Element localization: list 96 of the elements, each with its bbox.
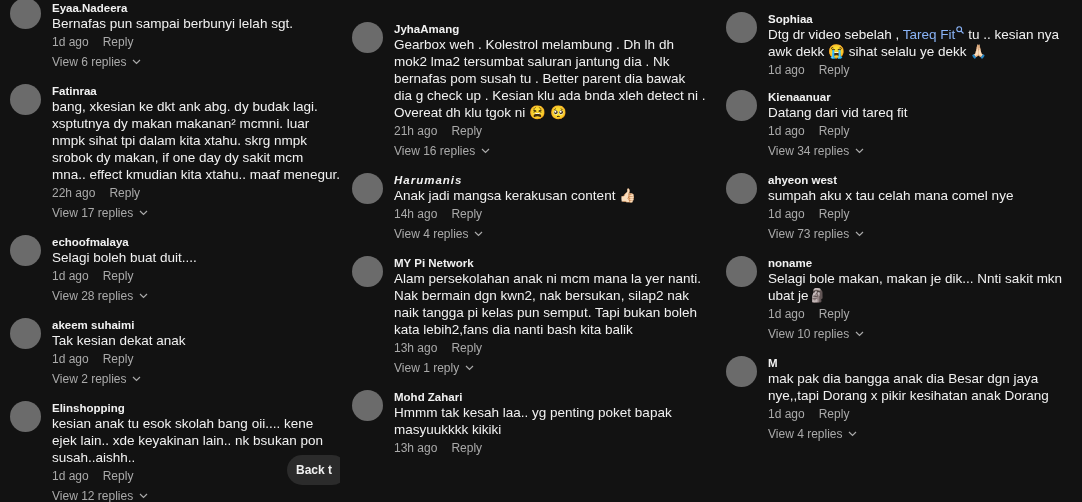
timestamp: 1d ago xyxy=(52,268,89,283)
view-replies-button[interactable]: View 2 replies xyxy=(52,368,142,390)
username[interactable]: echoofmalaya xyxy=(52,236,332,249)
reply-button[interactable]: Reply xyxy=(102,351,134,366)
timestamp: 1d ago xyxy=(52,34,89,49)
comment-text: Alam persekolahan anak ni mcm mana la yer nanti. Nak bermain dgn kwn2, nak bersukan, silap2 nak naik tangga pi kelas pun semput. Tapi bukan boleh kata lebih2,fans dia nanti bash kita balik xyxy=(394,270,702,338)
avatar-photo[interactable] xyxy=(726,173,757,204)
view-replies-button[interactable]: View 4 replies xyxy=(394,223,484,245)
mention-link[interactable]: Tareq Fit xyxy=(902,27,965,42)
back-to-top-button[interactable]: Back t xyxy=(287,455,340,485)
view-replies-button[interactable]: View 6 replies xyxy=(52,51,142,73)
avatar-photo[interactable] xyxy=(10,318,41,349)
view-replies-button[interactable]: View 1 reply xyxy=(394,357,475,379)
username[interactable]: Harumanis xyxy=(394,174,706,187)
timestamp: 13h ago xyxy=(394,440,438,455)
view-replies-button[interactable]: View 17 replies xyxy=(52,202,149,224)
chevron-down-icon xyxy=(855,148,865,154)
username[interactable]: noname xyxy=(768,257,1078,270)
avatar-photo[interactable] xyxy=(726,90,757,121)
timestamp: 14h ago xyxy=(394,206,438,221)
timestamp: 1d ago xyxy=(768,123,805,138)
reply-button[interactable]: Reply xyxy=(109,185,141,200)
view-replies-button[interactable]: View 4 replies xyxy=(768,423,858,445)
comment-text: Hmmm tak kesah laa.. yg penting poket bapak masyuukkkk kikiki xyxy=(394,404,673,438)
comment-text: Dtg dr video sebelah , Tareq Fit tu .. kesian nya awk dekk 😭 sihat selalu ye dekk 🙏🏻 xyxy=(768,26,1060,60)
timestamp: 1d ago xyxy=(52,351,89,366)
reply-button[interactable]: Reply xyxy=(818,406,850,421)
avatar-photo[interactable] xyxy=(10,401,41,432)
chevron-down-icon xyxy=(855,231,865,237)
username[interactable]: Elinshopping xyxy=(52,402,332,415)
view-replies-button[interactable]: View 28 replies xyxy=(52,285,149,307)
reply-button[interactable]: Reply xyxy=(102,34,134,49)
chevron-down-icon xyxy=(481,148,491,154)
avatar-photo[interactable] xyxy=(726,12,757,43)
username[interactable]: Mohd Zahari xyxy=(394,391,706,404)
reply-button[interactable]: Reply xyxy=(451,123,483,138)
timestamp: 21h ago xyxy=(394,123,438,138)
timestamp: 1d ago xyxy=(768,406,805,421)
reply-button[interactable]: Reply xyxy=(451,206,483,221)
comment-text: mak pak dia bangga anak dia Besar dgn jaya nye,,tapi Dorang x pikir kesihatan anak Dorang xyxy=(768,370,1050,404)
reply-button[interactable]: Reply xyxy=(102,268,134,283)
username[interactable]: Kienaanuar xyxy=(768,91,1078,104)
username[interactable]: akeem suhaimi xyxy=(52,319,332,332)
username[interactable]: ahyeon west xyxy=(768,174,1078,187)
comment-text: Tak kesian dekat anak xyxy=(52,332,187,349)
username[interactable]: MY Pi Network xyxy=(394,257,706,270)
view-replies-button[interactable]: View 16 replies xyxy=(394,140,491,162)
chevron-down-icon xyxy=(848,431,858,437)
comment-text: bang, xkesian ke dkt ank abg. dy budak lagi. xsptutnya dy makan makanan² mcmni. luar nmpk sihat tpi dalam kita xtahu. skrg nmpk srobok dy makan, if one day dy sakit mcm mna.. effect kmudian kita xtahu.. maaf menegur. xyxy=(52,98,340,183)
username[interactable]: M xyxy=(768,357,1078,370)
avatar-photo[interactable] xyxy=(352,256,383,287)
view-replies-button[interactable]: View 10 replies xyxy=(768,323,865,345)
chevron-down-icon xyxy=(855,331,865,337)
comment-text: Datang dari vid tareq fit xyxy=(768,104,909,121)
timestamp: 1d ago xyxy=(768,206,805,221)
reply-button[interactable]: Reply xyxy=(818,62,850,77)
search-icon xyxy=(956,26,965,34)
avatar-photo[interactable] xyxy=(10,0,41,29)
timestamp: 22h ago xyxy=(52,185,96,200)
comment-text: sumpah aku x tau celah mana comel nye xyxy=(768,187,1015,204)
chevron-down-icon xyxy=(132,59,142,65)
avatar-photo[interactable] xyxy=(352,173,383,204)
chevron-down-icon xyxy=(139,493,149,499)
avatar-photo[interactable] xyxy=(726,356,757,387)
username[interactable]: Sophiaa xyxy=(768,13,1078,26)
reply-button[interactable]: Reply xyxy=(818,123,850,138)
reply-button[interactable]: Reply xyxy=(451,340,483,355)
avatar-photo[interactable] xyxy=(352,22,383,53)
username[interactable]: Fatinraa xyxy=(52,85,332,98)
comment-text: Selagi bole makan, makan je dik... Nnti sakit mkn ubat je🗿 xyxy=(768,270,1064,304)
reply-button[interactable]: Reply xyxy=(451,440,483,455)
avatar-photo[interactable] xyxy=(352,390,383,421)
chevron-down-icon xyxy=(474,231,484,237)
avatar-photo[interactable] xyxy=(10,84,41,115)
timestamp: 1d ago xyxy=(768,62,805,77)
view-replies-button[interactable]: View 12 replies xyxy=(52,485,149,502)
username[interactable]: JyhaAmang xyxy=(394,23,706,36)
reply-button[interactable]: Reply xyxy=(818,306,850,321)
timestamp: 1d ago xyxy=(768,306,805,321)
comment-text: Selagi boleh buat duit.... xyxy=(52,249,198,266)
username[interactable]: Eyaa.Nadeera xyxy=(52,2,332,15)
chevron-down-icon xyxy=(465,365,475,371)
view-replies-button[interactable]: View 73 replies xyxy=(768,223,865,245)
chevron-down-icon xyxy=(139,293,149,299)
view-replies-button[interactable]: View 34 replies xyxy=(768,140,865,162)
timestamp: 13h ago xyxy=(394,340,438,355)
comment-text: Anak jadi mangsa kerakusan content 👍🏻 xyxy=(394,187,638,204)
chevron-down-icon xyxy=(132,376,142,382)
chevron-down-icon xyxy=(139,210,149,216)
avatar-photo[interactable] xyxy=(10,235,41,266)
timestamp: 1d ago xyxy=(52,468,89,483)
comment-text: Gearbox weh . Kolestrol melambung . Dh lh dh mok2 lma2 tersumbat saluran jantung dia . Nk bernafas pom susah tu . Better parent dia bawak dia g check up . Kesian klu ada bnda xleh detect ni . Overeat dh klu tgok ni 😫 🥺 xyxy=(394,36,706,121)
avatar-photo[interactable] xyxy=(726,256,757,287)
reply-button[interactable]: Reply xyxy=(818,206,850,221)
comment-text: Bernafas pun sampai berbunyi lelah sgt. xyxy=(52,15,294,32)
reply-button[interactable]: Reply xyxy=(102,468,134,483)
